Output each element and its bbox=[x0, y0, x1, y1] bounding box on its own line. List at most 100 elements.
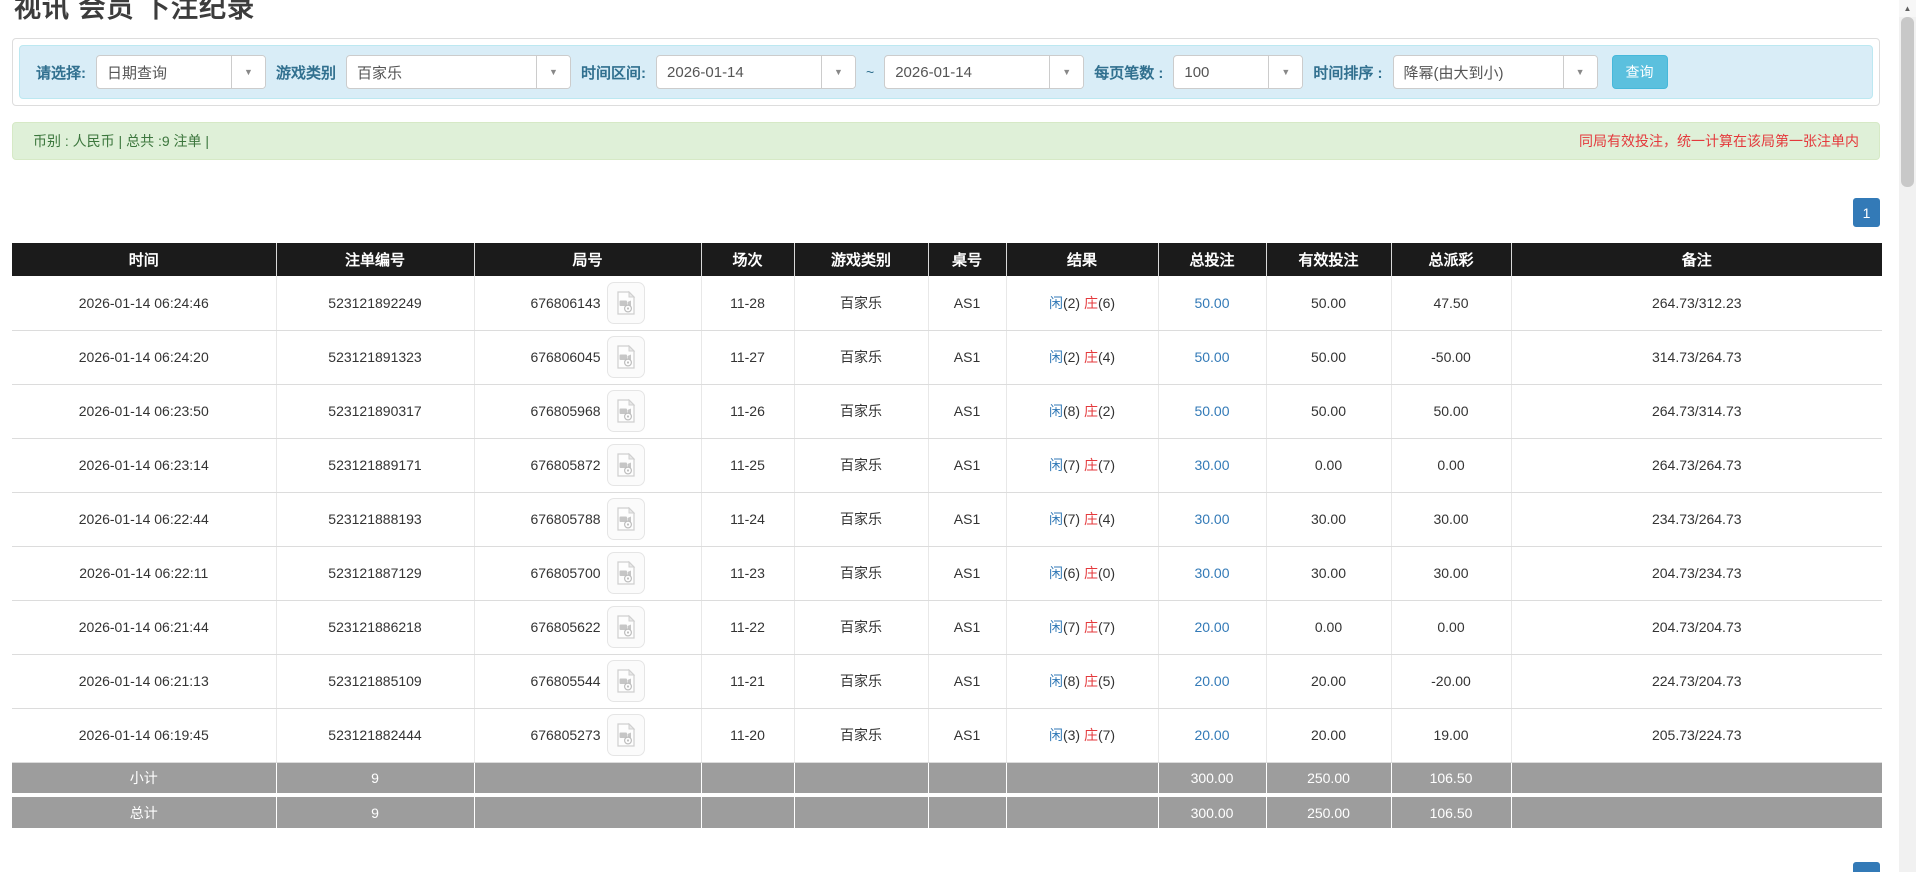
total-row: 总计 9 300.00 250.00 106.50 bbox=[12, 793, 1882, 828]
search-button[interactable]: 查询 bbox=[1611, 55, 1668, 89]
video-replay-button[interactable] bbox=[606, 444, 645, 486]
cell-round: 676805544 bbox=[474, 654, 702, 709]
chevron-down-icon[interactable]: ▼ bbox=[1268, 56, 1303, 88]
total-bet-link[interactable]: 50.00 bbox=[1194, 403, 1229, 419]
total-bet-link[interactable]: 50.00 bbox=[1194, 349, 1229, 365]
summary-cell bbox=[794, 762, 929, 795]
cell-table: AS1 bbox=[928, 600, 1007, 655]
cell-total-bet[interactable]: 50.00 bbox=[1158, 276, 1267, 331]
valid-bet-notice: 同局有效投注，统一计算在该局第一张注单内 bbox=[1579, 133, 1859, 149]
summary-cell: 9 bbox=[276, 793, 475, 828]
player-result-label: 闲 bbox=[1048, 457, 1063, 473]
cell-total-bet[interactable]: 30.00 bbox=[1158, 438, 1267, 493]
currency-total-text: 币别 : 人民币 | 总共 :9 注单 | bbox=[33, 133, 210, 149]
cell-time: 2026-01-14 06:23:50 bbox=[12, 384, 277, 439]
cell-total-bet[interactable]: 20.00 bbox=[1158, 600, 1267, 655]
chevron-down-icon[interactable]: ▼ bbox=[1562, 56, 1597, 88]
cell-valid-bet: 0.00 bbox=[1266, 438, 1392, 493]
total-bet-link[interactable]: 20.00 bbox=[1194, 619, 1229, 635]
cell-total-bet[interactable]: 30.00 bbox=[1158, 546, 1267, 601]
round-id: 676805700 bbox=[530, 565, 601, 581]
time-sort-value: 降幂(由大到小) bbox=[1403, 64, 1504, 82]
summary-cell bbox=[928, 762, 1007, 795]
total-bet-link[interactable]: 30.00 bbox=[1194, 457, 1229, 473]
cell-remark: 264.73/264.73 bbox=[1511, 438, 1882, 493]
player-result-label: 闲 bbox=[1048, 727, 1063, 743]
total-bet-link[interactable]: 30.00 bbox=[1194, 565, 1229, 581]
query-type-select[interactable]: 日期查询 ▼ bbox=[96, 55, 266, 89]
cell-table: AS1 bbox=[928, 438, 1007, 493]
summary-cell bbox=[474, 793, 702, 828]
chevron-down-icon[interactable]: ▼ bbox=[231, 56, 265, 88]
banker-result-label: 庄 bbox=[1083, 457, 1098, 473]
result-text: 闲(7) 庄(7) bbox=[1048, 619, 1116, 635]
summary-cell bbox=[928, 793, 1007, 828]
video-replay-button[interactable] bbox=[606, 390, 645, 432]
chevron-down-icon[interactable]: ▼ bbox=[536, 56, 571, 88]
total-bet-link[interactable]: 20.00 bbox=[1194, 727, 1229, 743]
vertical-scrollbar[interactable]: ▲ bbox=[1899, 0, 1916, 872]
video-replay-button[interactable] bbox=[606, 498, 645, 540]
cell-valid-bet: 20.00 bbox=[1266, 708, 1392, 763]
table-foot: 小计 9 300.00 250.00 106.50 总计 9 300.00 250.00 106.… bbox=[12, 762, 1882, 828]
banker-result-label: 庄 bbox=[1083, 403, 1098, 419]
summary-cell bbox=[1511, 762, 1882, 795]
total-bet-link[interactable]: 50.00 bbox=[1194, 295, 1229, 311]
video-replay-button[interactable] bbox=[606, 552, 645, 594]
cell-game: 百家乐 bbox=[794, 330, 929, 385]
video-replay-button[interactable] bbox=[606, 606, 645, 648]
scrollbar-thumb[interactable] bbox=[1901, 17, 1914, 187]
round-id: 676805872 bbox=[530, 457, 601, 473]
cell-remark: 204.73/204.73 bbox=[1511, 600, 1882, 655]
pagination-page-1[interactable]: 1 bbox=[1853, 198, 1880, 227]
cell-total-bet[interactable]: 20.00 bbox=[1158, 654, 1267, 709]
summary-cell: 250.00 bbox=[1266, 762, 1392, 795]
pagination-page-1-bottom[interactable]: 1 bbox=[1853, 862, 1880, 872]
summary-alert-bar: 币别 : 人民币 | 总共 :9 注单 | 同局有效投注，统一计算在该局第一张注… bbox=[12, 122, 1880, 160]
summary-cell bbox=[701, 793, 795, 828]
summary-cell: 小计 bbox=[12, 762, 277, 795]
cell-round: 676806143 bbox=[474, 276, 702, 331]
chevron-down-icon[interactable]: ▼ bbox=[821, 56, 856, 88]
column-header: 备注 bbox=[1511, 243, 1882, 276]
video-file-icon bbox=[617, 507, 636, 531]
cell-result: 闲(2) 庄(4) bbox=[1006, 330, 1159, 385]
page-size-select[interactable]: 100 ▼ bbox=[1173, 55, 1304, 89]
query-type-value: 日期查询 bbox=[107, 64, 168, 82]
total-bet-link[interactable]: 30.00 bbox=[1194, 511, 1229, 527]
filter-bar: 请选择: 日期查询 ▼ 游戏类别 百家乐 ▼ 时间区间: 2026-01-14 … bbox=[19, 45, 1873, 99]
video-replay-button[interactable] bbox=[606, 336, 645, 378]
cell-result: 闲(7) 庄(7) bbox=[1006, 438, 1159, 493]
cell-session: 11-25 bbox=[701, 438, 795, 493]
chevron-down-icon[interactable]: ▼ bbox=[1049, 56, 1084, 88]
cell-total-bet[interactable]: 20.00 bbox=[1158, 708, 1267, 763]
cell-time: 2026-01-14 06:23:14 bbox=[12, 438, 277, 493]
total-bet-link[interactable]: 20.00 bbox=[1194, 673, 1229, 689]
cell-round: 676805788 bbox=[474, 492, 702, 547]
cell-total-bet[interactable]: 30.00 bbox=[1158, 492, 1267, 547]
column-header: 局号 bbox=[474, 243, 702, 276]
result-text: 闲(2) 庄(6) bbox=[1048, 294, 1116, 311]
time-sort-select[interactable]: 降幂(由大到小) ▼ bbox=[1392, 55, 1598, 89]
video-replay-button[interactable] bbox=[606, 714, 645, 756]
cell-round: 676805273 bbox=[474, 708, 702, 763]
cell-total-bet[interactable]: 50.00 bbox=[1158, 384, 1267, 439]
cell-payout: 0.00 bbox=[1391, 600, 1512, 655]
cell-result: 闲(2) 庄(6) bbox=[1006, 276, 1159, 331]
scrollbar-up-arrow-icon[interactable]: ▲ bbox=[1899, 0, 1916, 17]
date-from-select[interactable]: 2026-01-14 ▼ bbox=[656, 55, 857, 89]
game-category-select[interactable]: 百家乐 ▼ bbox=[346, 55, 572, 89]
cell-session: 11-24 bbox=[701, 492, 795, 547]
cell-session: 11-26 bbox=[701, 384, 795, 439]
cell-valid-bet: 0.00 bbox=[1266, 600, 1392, 655]
video-replay-button[interactable] bbox=[606, 660, 645, 702]
round-id: 676806045 bbox=[530, 349, 601, 365]
summary-cell bbox=[794, 793, 929, 828]
subtotal-row: 小计 9 300.00 250.00 106.50 bbox=[12, 762, 1882, 795]
result-text: 闲(3) 庄(7) bbox=[1048, 727, 1116, 743]
date-to-select[interactable]: 2026-01-14 ▼ bbox=[884, 55, 1085, 89]
video-replay-button[interactable] bbox=[606, 281, 645, 324]
cell-bet-id: 523121882444 bbox=[276, 708, 475, 763]
cell-total-bet[interactable]: 50.00 bbox=[1158, 330, 1267, 385]
cell-payout: -20.00 bbox=[1391, 654, 1512, 709]
